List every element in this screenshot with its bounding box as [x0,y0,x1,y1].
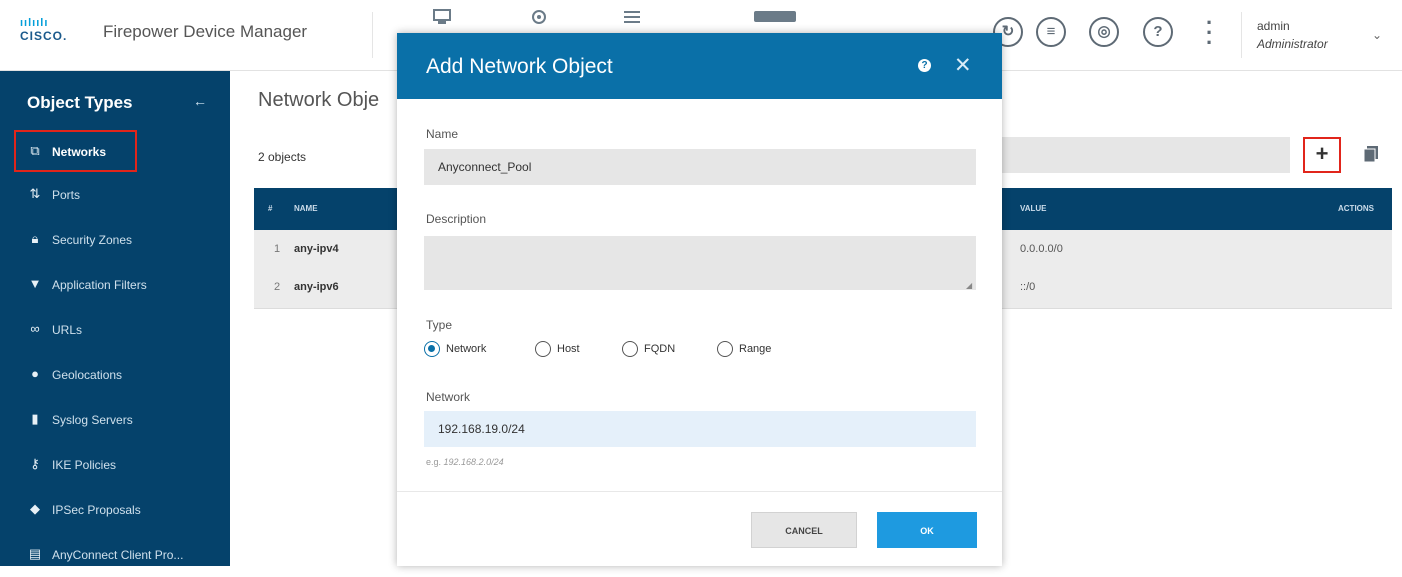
client-profile-icon: ▤ [28,546,42,561]
user-name[interactable]: admin [1257,19,1290,33]
column-header-value[interactable]: VALUE [1020,204,1047,213]
sidebar-item-security-zones[interactable]: 🔒︎ Security Zones [0,218,230,262]
description-field[interactable] [424,236,976,290]
network-hint: e.g. 192.168.2.0/24 [426,457,504,467]
chevron-down-icon[interactable]: ⌄ [1372,28,1382,42]
type-radio-fqdn[interactable]: FQDN [622,341,694,359]
cancel-button[interactable]: CANCEL [751,512,857,548]
radio-selected-icon [424,341,440,357]
sidebar-item-label: URLs [52,323,83,337]
radio-label: Host [557,343,580,355]
cisco-logo-word: CISCO. [20,29,68,43]
row-value: 0.0.0.0/0 [1020,243,1063,255]
header-divider [1241,12,1242,58]
sidebar-item-label: Ports [52,188,81,202]
sidebar-item-label: Geolocations [52,368,123,382]
radio-unselected-icon [535,341,551,357]
collapse-sidebar-icon[interactable]: ← [193,93,207,109]
type-radio-network[interactable]: Network [424,341,510,359]
radio-label: FQDN [644,343,676,355]
ports-icon: ⇅ [29,186,41,201]
dialog-footer-divider [397,491,1002,492]
key-icon: ⚷ [30,456,40,471]
column-header-actions: ACTIONS [1338,204,1374,213]
objects-icon[interactable] [752,8,798,30]
sidebar-item-label: IKE Policies [52,458,117,472]
monitoring-icon[interactable] [524,8,554,30]
sidebar-item-label: AnyConnect Client Pro... [52,548,184,562]
add-network-object-dialog [397,33,1002,566]
tunnel-icon: ◆ [30,501,40,516]
sidebar-item-ipsec-proposals[interactable]: ◆ IPSec Proposals [0,488,230,532]
device-icon[interactable] [427,8,457,30]
ok-button[interactable]: OK [877,512,977,548]
cisco-logo: ıılıılı CISCO. [20,17,90,51]
task-list-icon[interactable]: ≡ [1036,17,1066,47]
radio-label: Network [446,343,487,355]
row-name: any-ipv6 [294,281,339,293]
sidebar-item-geolocations[interactable]: ● Geolocations [0,353,230,397]
sidebar-item-ike-policies[interactable]: ⚷ IKE Policies [0,443,230,487]
type-label: Type [426,318,453,332]
cli-console-icon[interactable]: ◎ [1089,17,1119,47]
object-count: 2 objects [258,150,307,164]
link-icon: ∞ [30,321,40,336]
add-object-button[interactable]: + [1303,137,1341,173]
sidebar-item-label: Syslog Servers [52,413,133,427]
row-value: ::/0 [1020,281,1036,293]
name-label: Name [426,127,459,141]
sidebar-title: Object Types [27,93,133,112]
sidebar-item-syslog-servers[interactable]: ▮ Syslog Servers [0,398,230,442]
sidebar-item-label: Application Filters [52,278,147,292]
highlight-box [14,130,137,172]
help-icon[interactable]: ? [918,59,931,72]
row-number: 1 [274,243,281,255]
resize-handle-icon[interactable]: ◢ [966,281,972,290]
page-title: Network Obje [258,89,380,111]
row-number: 2 [274,281,281,293]
radio-label: Range [739,343,772,355]
location-pin-icon: ● [31,366,39,381]
hint-example: 192.168.2.0/24 [443,457,504,467]
filter-input[interactable] [1000,137,1290,173]
user-role[interactable]: Administrator [1257,37,1328,51]
more-options-icon[interactable]: · · · [1206,12,1213,54]
close-icon[interactable]: ✕ [954,53,972,78]
type-radio-host[interactable]: Host [535,341,599,359]
description-label: Description [426,212,487,226]
server-icon: ▮ [31,411,39,426]
network-field[interactable] [424,411,976,447]
column-header-name[interactable]: NAME [294,204,318,213]
sidebar-item-urls[interactable]: ∞ URLs [0,308,230,352]
help-icon[interactable]: ? [1143,17,1173,47]
duplicate-icon[interactable] [1363,145,1379,163]
filter-icon: ▼ [28,276,42,291]
hint-prefix: e.g. [426,457,442,467]
app-title: Firepower Device Manager [103,22,308,41]
dialog-header: Add Network Object ? ✕ [397,33,1002,99]
sidebar-item-label: IPSec Proposals [52,503,141,517]
type-radio-range[interactable]: Range [717,341,791,359]
radio-unselected-icon [717,341,733,357]
row-name: any-ipv4 [294,243,339,255]
sidebar-item-application-filters[interactable]: ▼ Application Filters [0,263,230,307]
column-header-number: # [268,204,273,213]
radio-unselected-icon [622,341,638,357]
sidebar-item-ports[interactable]: ⇅ Ports [0,173,230,217]
policies-icon[interactable] [617,8,647,30]
name-field[interactable] [424,149,976,185]
cisco-logo-bars: ıılıılı [20,17,49,29]
lock-icon: 🔒︎ [31,231,39,246]
dialog-title: Add Network Object [426,55,613,78]
network-label: Network [426,390,471,404]
sidebar-item-anyconnect-client-profile[interactable]: ▤ AnyConnect Client Pro... [0,533,230,577]
sidebar-item-label: Security Zones [52,233,133,247]
header-divider [372,12,373,58]
